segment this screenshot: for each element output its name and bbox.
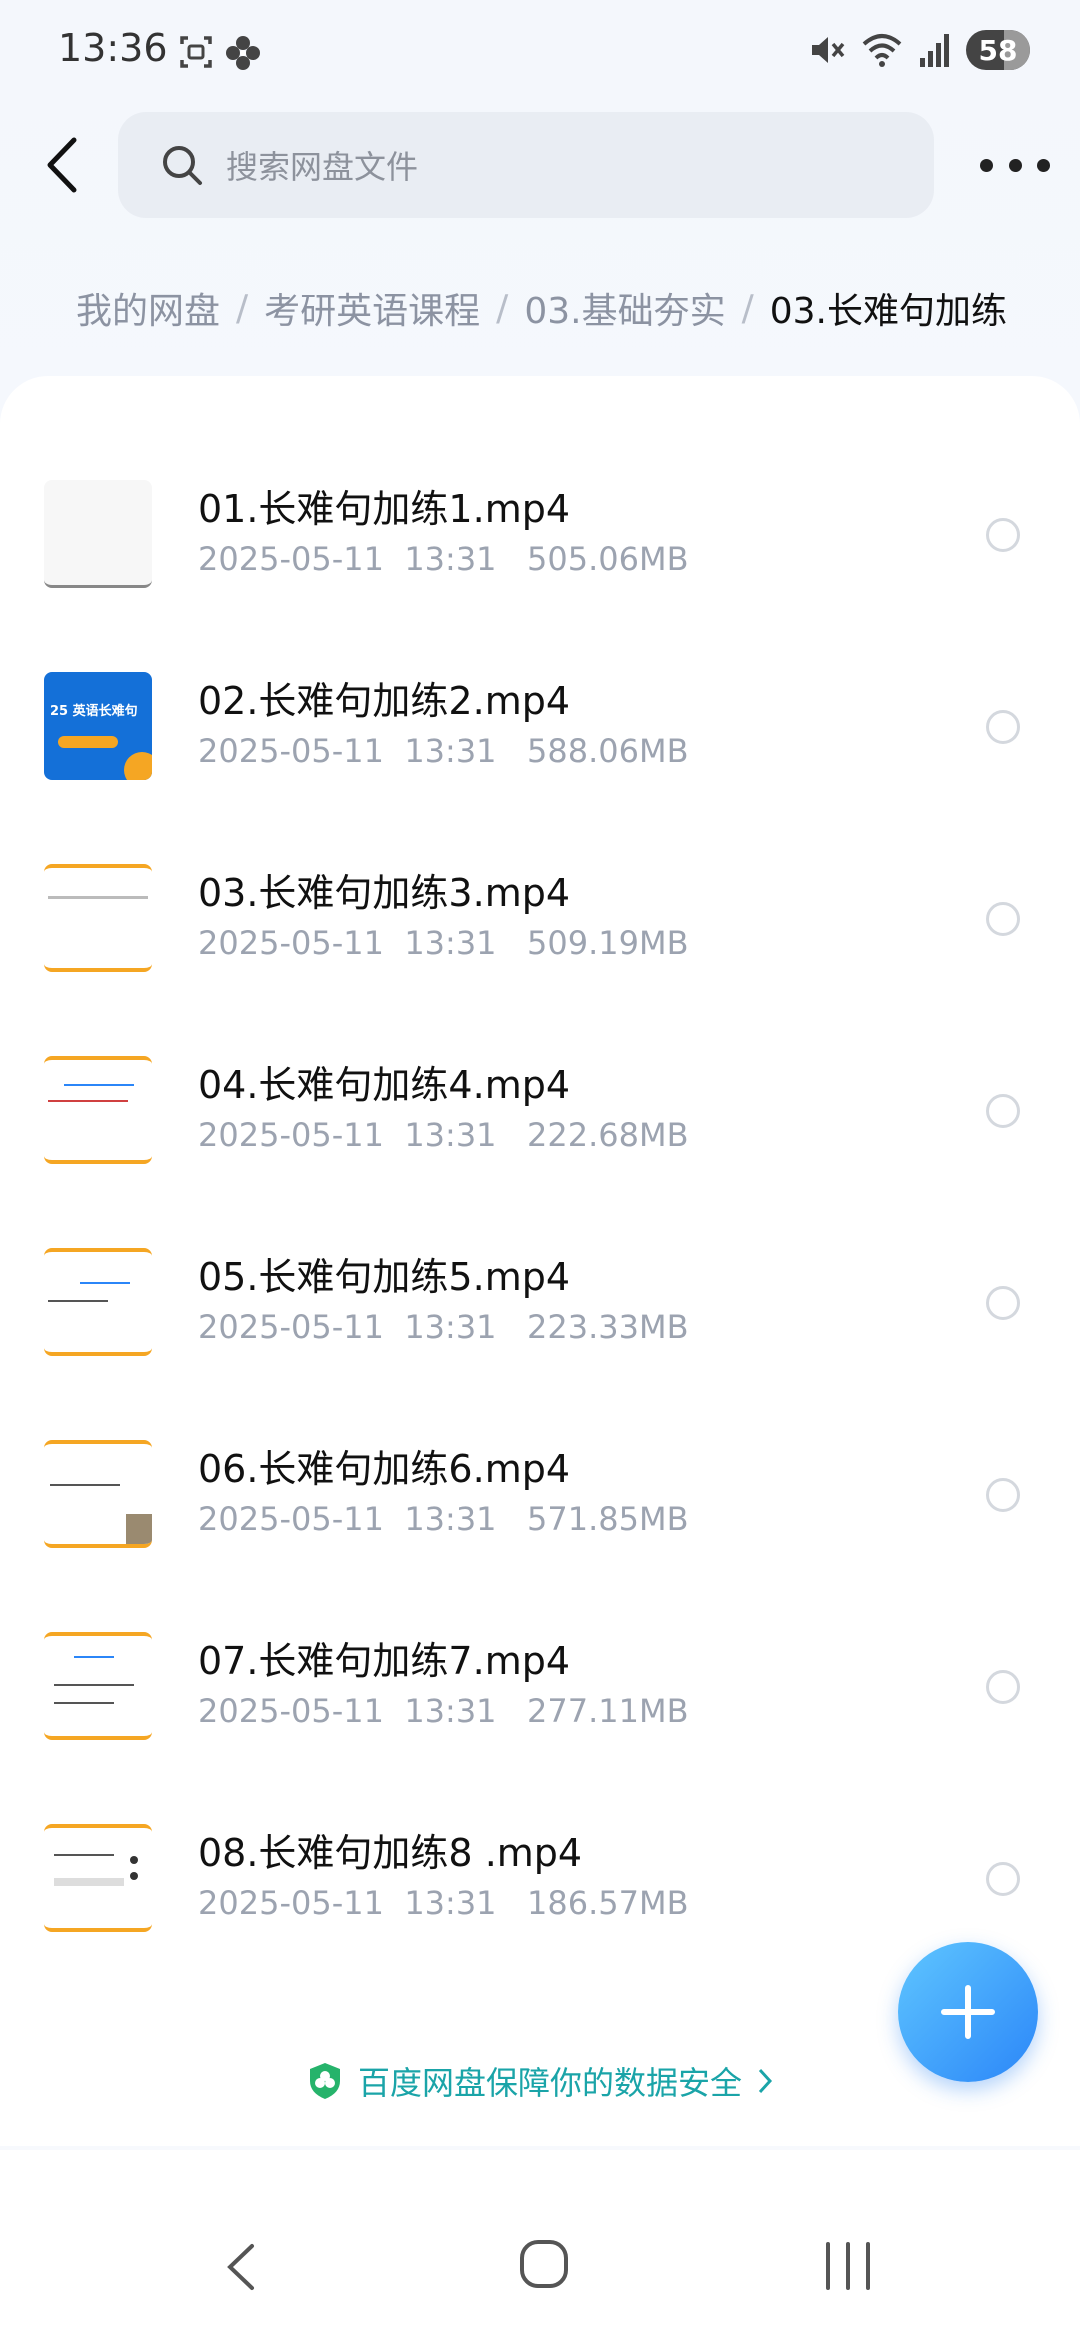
more-options-button[interactable] xyxy=(980,140,1050,190)
nav-home-icon[interactable] xyxy=(518,2238,570,2290)
back-button[interactable] xyxy=(38,132,86,198)
file-name: 07.长难句加练7.mp4 xyxy=(198,1639,571,1683)
select-radio[interactable] xyxy=(986,1862,1020,1896)
screenshot-icon xyxy=(180,36,212,68)
search-input[interactable]: 搜索网盘文件 xyxy=(118,112,934,218)
file-meta: 2025-05-11 13:31 277.11MB xyxy=(198,1692,689,1730)
file-meta: 2025-05-11 13:31 186.57MB xyxy=(198,1884,689,1922)
file-meta: 2025-05-11 13:31 571.85MB xyxy=(198,1500,689,1538)
breadcrumb-separator: / xyxy=(496,287,509,329)
select-radio[interactable] xyxy=(986,1478,1020,1512)
thumbnail-title: 25 英语长难句 xyxy=(50,704,138,719)
chevron-right-icon xyxy=(758,2068,773,2094)
file-row[interactable]: 07.长难句加练7.mp4 2025-05-11 13:31 277.11MB xyxy=(0,1568,1080,1760)
security-banner[interactable]: 百度网盘保障你的数据安全 xyxy=(0,2058,1080,2105)
select-radio[interactable] xyxy=(986,518,1020,552)
system-nav-bar xyxy=(0,2150,1080,2340)
breadcrumb-item-course[interactable]: 考研英语课程 xyxy=(264,282,480,334)
thumbnail-badge xyxy=(58,736,118,748)
more-dot-icon xyxy=(1008,158,1022,172)
file-name: 02.长难句加练2.mp4 xyxy=(198,679,571,723)
file-name: 06.长难句加练6.mp4 xyxy=(198,1447,571,1491)
video-thumbnail xyxy=(44,1824,152,1932)
signal-icon xyxy=(920,34,949,67)
thumbnail-corner xyxy=(124,752,152,780)
video-thumbnail xyxy=(44,1248,152,1356)
video-thumbnail xyxy=(44,1056,152,1164)
video-thumbnail xyxy=(44,864,152,972)
video-thumbnail xyxy=(44,480,152,588)
select-radio[interactable] xyxy=(986,1670,1020,1704)
file-meta: 2025-05-11 13:31 588.06MB xyxy=(198,732,689,770)
status-bar: 13:36 58 xyxy=(0,0,1080,100)
more-dot-icon xyxy=(980,158,993,172)
add-button[interactable] xyxy=(898,1942,1038,2082)
video-thumbnail xyxy=(44,1440,152,1548)
nav-back-icon[interactable] xyxy=(222,2240,262,2294)
status-time: 13:36 xyxy=(58,26,168,70)
battery-indicator: 58 xyxy=(966,30,1030,70)
breadcrumb-separator: / xyxy=(741,287,754,329)
file-meta: 2025-05-11 13:31 222.68MB xyxy=(198,1116,689,1154)
search-placeholder: 搜索网盘文件 xyxy=(226,148,419,186)
status-right: 58 xyxy=(806,30,1030,70)
breadcrumb-separator: / xyxy=(236,287,249,329)
video-thumbnail: 25 英语长难句 xyxy=(44,672,152,780)
file-row[interactable]: 01.长难句加练1.mp4 2025-05-11 13:31 505.06MB xyxy=(0,416,1080,608)
nav-recents-icon[interactable] xyxy=(820,2240,876,2292)
breadcrumb-item-basics[interactable]: 03.基础夯实 xyxy=(524,282,725,334)
screen: 13:36 58 搜索网盘文件 我的网盘 / 考研英语课程 / 03.基础夯实 … xyxy=(0,0,1080,2340)
security-text: 百度网盘保障你的数据安全 xyxy=(357,2064,742,2102)
more-dot-icon xyxy=(1037,158,1050,172)
breadcrumb: 我的网盘 / 考研英语课程 / 03.基础夯实 / 03.长难句加练 xyxy=(76,282,1007,334)
file-row[interactable]: 08.长难句加练8 .mp4 2025-05-11 13:31 186.57MB xyxy=(0,1760,1080,1952)
security-link[interactable]: 百度网盘保障你的数据安全 xyxy=(306,2058,774,2104)
breadcrumb-item-root[interactable]: 我的网盘 xyxy=(76,282,220,334)
file-row[interactable]: 03.长难句加练3.mp4 2025-05-11 13:31 509.19MB xyxy=(0,800,1080,992)
search-icon xyxy=(163,146,202,185)
file-name: 01.长难句加练1.mp4 xyxy=(198,487,571,531)
file-row[interactable]: 04.长难句加练4.mp4 2025-05-11 13:31 222.68MB xyxy=(0,992,1080,1184)
pinwheel-icon xyxy=(226,36,260,70)
file-name: 08.长难句加练8 .mp4 xyxy=(198,1831,583,1875)
file-list: 01.长难句加练1.mp4 2025-05-11 13:31 505.06MB … xyxy=(0,376,1080,2146)
header: 搜索网盘文件 xyxy=(0,110,1080,220)
file-meta: 2025-05-11 13:31 509.19MB xyxy=(198,924,689,962)
select-radio[interactable] xyxy=(986,1286,1020,1320)
file-name: 03.长难句加练3.mp4 xyxy=(198,871,571,915)
plus-icon xyxy=(941,1985,995,2039)
file-name: 04.长难句加练4.mp4 xyxy=(198,1063,571,1107)
select-radio[interactable] xyxy=(986,710,1020,744)
file-row[interactable]: 06.长难句加练6.mp4 2025-05-11 13:31 571.85MB xyxy=(0,1376,1080,1568)
file-meta: 2025-05-11 13:31 223.33MB xyxy=(198,1308,689,1346)
file-row[interactable]: 05.长难句加练5.mp4 2025-05-11 13:31 223.33MB xyxy=(0,1184,1080,1376)
select-radio[interactable] xyxy=(986,902,1020,936)
wifi-icon xyxy=(862,34,902,67)
breadcrumb-item-current: 03.长难句加练 xyxy=(769,291,1007,332)
file-meta: 2025-05-11 13:31 505.06MB xyxy=(198,540,689,578)
file-row[interactable]: 25 英语长难句 02.长难句加练2.mp4 2025-05-11 13:31 … xyxy=(0,608,1080,800)
shield-icon xyxy=(309,2063,340,2099)
select-radio[interactable] xyxy=(986,1094,1020,1128)
file-name: 05.长难句加练5.mp4 xyxy=(198,1255,571,1299)
mute-icon xyxy=(812,37,845,63)
video-thumbnail xyxy=(44,1632,152,1740)
